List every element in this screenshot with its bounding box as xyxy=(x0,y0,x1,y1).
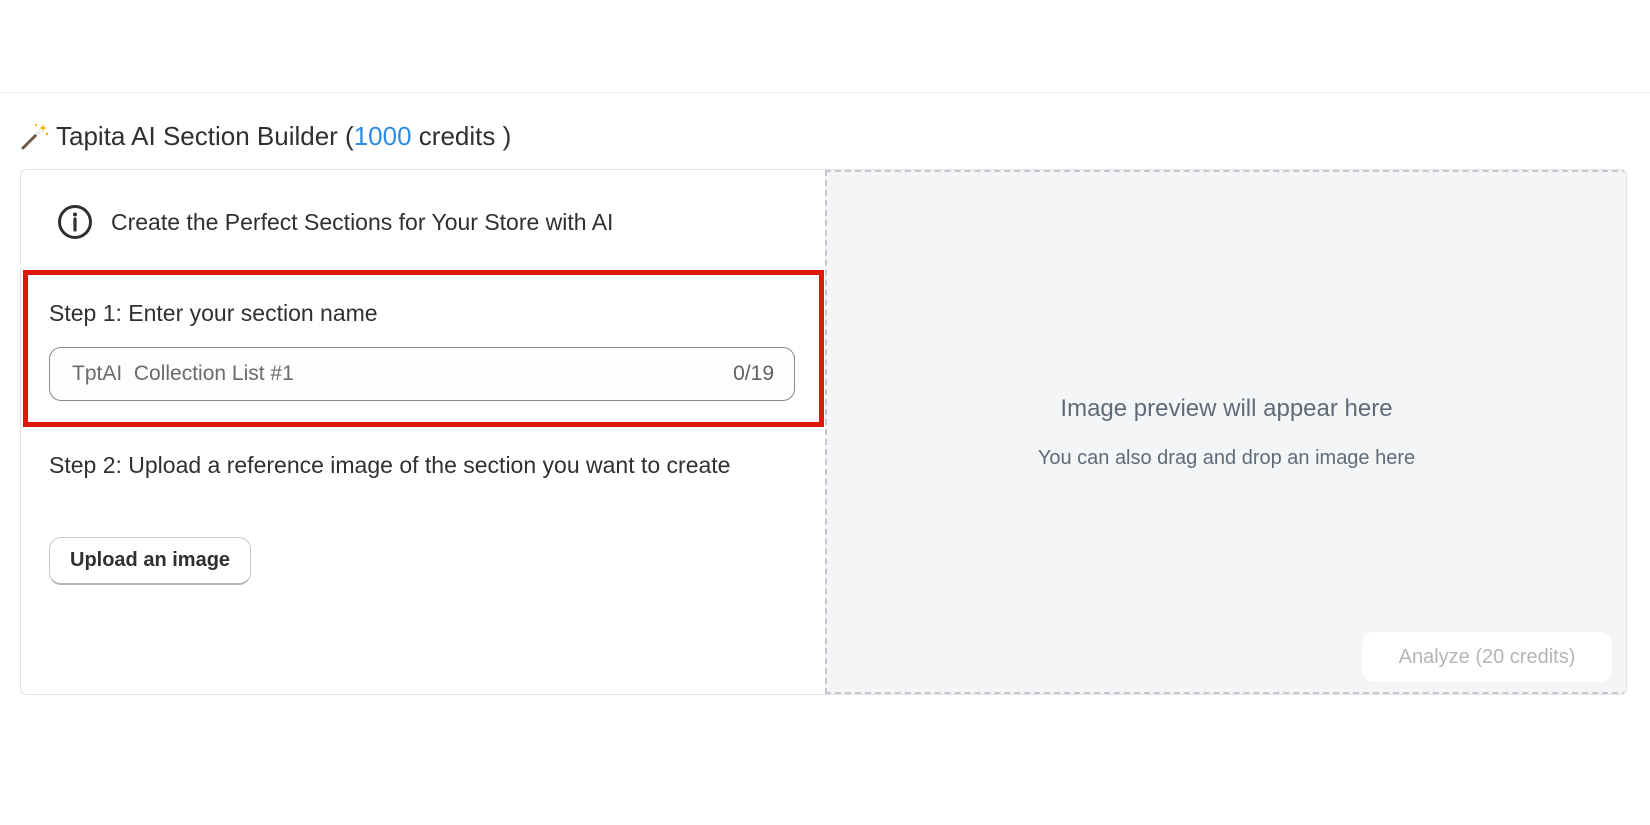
credits-count: 1000 xyxy=(353,120,412,151)
info-icon xyxy=(58,205,92,239)
title-suffix: credits ) xyxy=(411,120,512,151)
upload-image-button[interactable]: Upload an image xyxy=(49,537,252,585)
image-dropzone[interactable]: Image preview will appear here You can a… xyxy=(825,170,1626,694)
preview-placeholder-subtitle: You can also drag and drop an image here xyxy=(1037,447,1416,469)
section-name-input[interactable] xyxy=(70,361,734,387)
title-prefix: Tapita AI Section Builder ( xyxy=(56,120,354,151)
step2-label: Step 2: Upload a reference image of the … xyxy=(49,452,731,478)
analyze-button[interactable]: Analyze (20 credits) xyxy=(1362,632,1612,682)
section-builder-card: Create the Perfect Sections for Your Sto… xyxy=(20,169,1627,695)
preview-placeholder-title: Image preview will appear here xyxy=(1060,395,1393,422)
character-counter: 0/19 xyxy=(733,362,774,385)
page-title: Tapita AI Section Builder (1000 credits … xyxy=(20,116,511,156)
builder-form-panel: Create the Perfect Sections for Your Sto… xyxy=(21,170,825,694)
info-banner: Create the Perfect Sections for Your Sto… xyxy=(57,204,613,240)
top-divider xyxy=(0,92,1650,93)
magic-wand-icon xyxy=(20,121,50,151)
step1-label: Step 1: Enter your section name xyxy=(49,300,378,326)
info-banner-text: Create the Perfect Sections for Your Sto… xyxy=(111,208,614,235)
section-name-field[interactable]: 0/19 xyxy=(49,347,795,401)
